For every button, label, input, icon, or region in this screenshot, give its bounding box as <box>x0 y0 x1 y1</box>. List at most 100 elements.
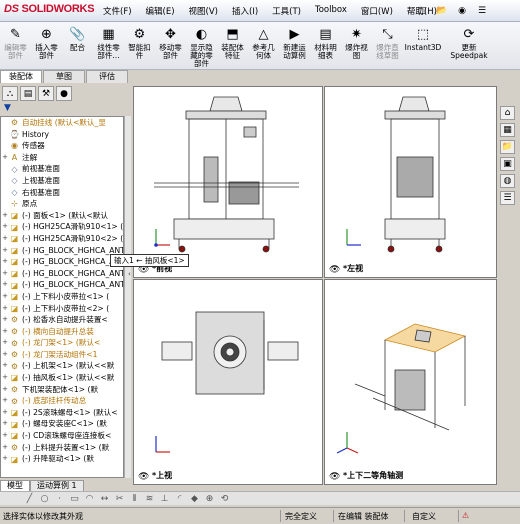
exploded-view-button[interactable]: ✷ 爆炸视 图 <box>341 22 372 69</box>
expand-icon[interactable]: + <box>1 395 9 407</box>
tree-item[interactable]: + ◪ (-) HG_BLOCK_HGHCA_ANT_ <box>1 268 123 280</box>
status-rebuild-icon[interactable]: ⚠ <box>462 511 469 520</box>
expand-icon[interactable]: + <box>1 210 9 222</box>
sketch-line-icon[interactable]: ╱ <box>24 494 35 504</box>
circle-icon[interactable]: ○ <box>39 494 50 504</box>
motion-study-button[interactable]: ▶ 新建运 动算例 <box>279 22 310 69</box>
tree-item[interactable]: ⌚ History <box>1 129 123 141</box>
expand-icon[interactable]: + <box>1 418 9 430</box>
viewport-left[interactable]: 👁 *左视 <box>324 86 497 278</box>
view-cube-icon[interactable]: ◆ <box>189 494 200 504</box>
tree-item[interactable]: ◇ 右视基准面 <box>1 187 123 199</box>
bom-button[interactable]: ▤ 材料明 细表 <box>310 22 341 69</box>
reference-geometry-button[interactable]: △ 参考几 何体 <box>248 22 279 69</box>
property-manager-tab-icon[interactable]: ▤ <box>20 86 36 101</box>
expand-icon[interactable]: + <box>1 303 9 315</box>
tree-item[interactable]: + ◪ (-) 螺母安装座C<1> (默 <box>1 418 123 430</box>
zoom-icon[interactable]: ⊕ <box>204 494 215 504</box>
tree-item[interactable]: ◇ 上视基准面 <box>1 175 123 187</box>
open-folder-icon[interactable]: 📂 <box>434 3 450 18</box>
viewport-isometric[interactable]: 👁 *上下二等角轴测 <box>324 279 497 485</box>
instant3d-button[interactable]: ⬚ Instant3D <box>403 22 443 69</box>
tab-assembly[interactable]: 装配体 <box>0 70 42 83</box>
menu-tools[interactable]: 工具(T) <box>265 5 308 17</box>
tree-item[interactable]: + ◪ (-) HG_BLOCK_HGHCA_ANT_ <box>1 256 123 268</box>
tree-item[interactable]: + ⚙ (-) 横向自动提升总装 <box>1 326 123 338</box>
smart-dimension-icon[interactable]: ↔ <box>99 494 110 504</box>
insert-component-button[interactable]: ⊕ 插入零 部件 <box>31 22 62 69</box>
expand-icon[interactable]: + <box>1 268 9 280</box>
tree-item[interactable]: + ◪ (-) HGH25CA滑轨910<1> ( <box>1 221 123 233</box>
smart-fastener-button[interactable]: ⚙ 智能扣 件 <box>124 22 155 69</box>
expand-icon[interactable]: + <box>1 453 9 465</box>
tree-item[interactable]: + ⚙ (-) 上料提升装置<1> (默 <box>1 442 123 454</box>
expand-icon[interactable]: + <box>1 349 9 361</box>
trim-icon[interactable]: ✂ <box>114 494 125 504</box>
expand-icon[interactable]: + <box>1 221 9 233</box>
relation-icon[interactable]: ⊥ <box>159 494 170 504</box>
tree-vertical-scrollbar[interactable] <box>124 116 131 478</box>
tree-item[interactable]: + ◪ (-) 升降驱动<1> (默 <box>1 453 123 465</box>
tree-item[interactable]: + ⚙ (-) 龙门架<1> (默认< <box>1 337 123 349</box>
home-icon[interactable]: ⌂ <box>500 106 515 120</box>
tree-item[interactable]: + ◪ (-) 上下料小皮带拉<2> ( <box>1 303 123 315</box>
expand-icon[interactable]: + <box>1 291 9 303</box>
design-library-icon[interactable]: ▦ <box>500 123 515 137</box>
expand-icon[interactable]: + <box>1 245 9 257</box>
expand-icon[interactable]: + <box>1 442 9 454</box>
tree-item[interactable]: + ◪ (-) 面板<1> (默认<默认 <box>1 210 123 222</box>
feature-tree-tab-icon[interactable]: ⛬ <box>2 86 18 101</box>
tree-item[interactable]: ◉ 传感器 <box>1 140 123 152</box>
file-explorer-icon[interactable]: 📁 <box>500 140 515 154</box>
viewport-front[interactable]: 👁 *前视 <box>133 86 323 278</box>
menu-toolbox[interactable]: Toolbox <box>308 5 354 17</box>
fillet-icon[interactable]: ◜ <box>174 494 185 504</box>
menu-file[interactable]: 文件(F) <box>96 5 139 17</box>
tree-item[interactable]: + ⚙ (-) 龙门架活动组件<1 <box>1 349 123 361</box>
tree-item[interactable]: + ⚙ (-) 底部挂杆传动总 <box>1 395 123 407</box>
tree-item[interactable]: + ◪ (-) HG_BLOCK_HGHCA_ANT_ <box>1 245 123 257</box>
tree-item[interactable]: ⊹ 原点 <box>1 198 123 210</box>
custom-properties-icon[interactable]: ☰ <box>500 191 515 205</box>
expand-icon[interactable]: + <box>1 384 9 396</box>
move-component-button[interactable]: ✥ 移动零 部件 <box>155 22 186 69</box>
expand-icon[interactable]: + <box>1 430 9 442</box>
tab-evaluate[interactable]: 评估 <box>86 70 128 83</box>
options-icon[interactable]: ☰ <box>474 3 490 18</box>
explode-line-button[interactable]: ⤡ 爆炸直 线草图 <box>372 22 403 69</box>
filter-icon[interactable]: ▼ <box>0 103 128 115</box>
point-icon[interactable]: · <box>54 494 65 504</box>
expand-icon[interactable]: + <box>1 407 9 419</box>
appearances-icon[interactable]: ◍ <box>500 174 515 188</box>
new-document-icon[interactable]: ▢ <box>414 3 430 18</box>
expand-icon[interactable]: + <box>1 326 9 338</box>
tree-item[interactable]: + ◪ (-) 2S滚珠螺母<1> (默认< <box>1 407 123 419</box>
tree-item[interactable]: + ◪ (-) CD滚珠螺母座连接板< <box>1 430 123 442</box>
speedpak-button[interactable]: ⟳ 更新 Speedpak <box>443 22 495 69</box>
menu-insert[interactable]: 插入(I) <box>225 5 265 17</box>
show-hidden-button[interactable]: ◐ 显示隐 藏的零 部件 <box>186 22 217 69</box>
menu-window[interactable]: 窗口(W) <box>354 5 400 17</box>
rotate-icon[interactable]: ⟲ <box>219 494 230 504</box>
tab-sketch[interactable]: 草图 <box>43 70 85 83</box>
expand-icon[interactable]: + <box>1 314 9 326</box>
expand-icon[interactable]: + <box>1 372 9 384</box>
tree-item[interactable]: + ◪ (-) 抽风板<1> (默认<<默 <box>1 372 123 384</box>
mate-button[interactable]: 📎 配合 <box>62 22 93 69</box>
menu-view[interactable]: 视图(V) <box>182 5 225 17</box>
appearance-tab-icon[interactable]: ● <box>56 86 72 101</box>
view-palette-icon[interactable]: ▣ <box>500 157 515 171</box>
rectangle-icon[interactable]: ▭ <box>69 494 80 504</box>
arc-icon[interactable]: ◠ <box>84 494 95 504</box>
solidworks-logo[interactable]: DS SOLIDWORKS <box>4 3 95 15</box>
tree-item[interactable]: + ⚙ (-) 上机架<1> (默认<<默 <box>1 360 123 372</box>
configuration-tab-icon[interactable]: ⚒ <box>38 86 54 101</box>
expand-icon[interactable]: + <box>1 279 9 291</box>
status-units[interactable]: 自定义 <box>412 511 436 522</box>
expand-icon[interactable]: + <box>1 233 9 245</box>
expand-icon[interactable]: + <box>1 152 9 164</box>
tree-item[interactable]: ⚙ 自动挂线 (默认<默认_显 <box>1 117 123 129</box>
tree-item[interactable]: + ◪ (-) HGH25CA滑轨910<2> ( <box>1 233 123 245</box>
expand-icon[interactable]: + <box>1 337 9 349</box>
tree-item[interactable]: + ◪ (-) HG_BLOCK_HGHCA_ANT_ <box>1 279 123 291</box>
